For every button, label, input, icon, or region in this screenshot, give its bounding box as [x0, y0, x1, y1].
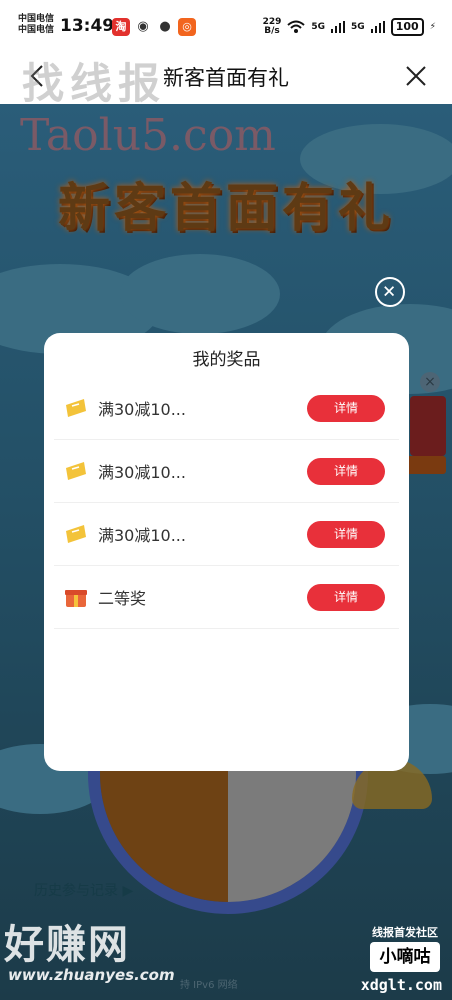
carrier-labels: 中国电信 中国电信 — [18, 14, 54, 36]
watermark-site: Taolu5.com — [20, 110, 276, 161]
prize-row: 满30减10... 详情 — [54, 377, 399, 440]
red-packet-icon[interactable] — [406, 396, 446, 486]
gift-icon — [65, 590, 87, 607]
network-speed: 229 B/s — [262, 17, 282, 36]
cloud — [120, 254, 280, 334]
signal-bars-icon — [331, 21, 346, 33]
prize-name: 二等奖 — [98, 589, 147, 608]
coupon-icon — [66, 462, 86, 480]
battery-indicator: 100 — [390, 18, 424, 36]
watermark-bottom-url: www.zhuanyes.com — [8, 966, 175, 984]
wechat-icon: ◉ — [134, 18, 152, 36]
watermark-badge-url: xdglt.com — [360, 976, 442, 994]
watermark-top: 找线报 — [22, 59, 167, 108]
close-circle-icon[interactable] — [375, 277, 405, 307]
status-bar: 中国电信 中国电信 13:49 淘 ◉ ● ◎ 229 B/s 5G 5G 10… — [0, 0, 452, 48]
modal-title: 我的奖品 — [192, 350, 261, 370]
signal-bars-icon — [370, 21, 385, 33]
detail-button[interactable]: 详情 — [307, 458, 385, 485]
coupon-icon — [66, 399, 86, 417]
my-prizes-modal: 我的奖品 满30减10... 详情 满30减10... 详情 满30减10... — [44, 333, 409, 771]
system-indicators: 229 B/s 5G 5G 100 ⚡ — [263, 18, 436, 36]
carrier-1: 中国电信 — [18, 14, 55, 24]
signal-2-label: 5G — [351, 22, 365, 32]
prize-row: 满30减10... 详情 — [54, 440, 399, 503]
watermark-badge: 小嘀咕 — [370, 942, 440, 972]
history-link[interactable]: 历史参与记录 ▶ — [34, 880, 133, 900]
app-icon: ◎ — [178, 18, 196, 36]
prize-name: 满30减10... — [98, 463, 186, 482]
watermark-bottom: 好赚网 — [4, 922, 130, 968]
prize-row: 二等奖 详情 — [54, 566, 399, 629]
close-icon[interactable] — [402, 62, 430, 90]
prize-name: 满30减10... — [98, 526, 186, 545]
signal-1-label: 5G — [311, 22, 326, 32]
charging-icon: ⚡ — [429, 22, 436, 32]
coupon-icon — [66, 525, 86, 543]
side-widget-close-icon[interactable]: × — [420, 372, 440, 392]
detail-button[interactable]: 详情 — [307, 395, 385, 422]
prize-row: 满30减10... 详情 — [54, 503, 399, 566]
detail-button[interactable]: 详情 — [307, 584, 385, 611]
carrier-2: 中国电信 — [18, 25, 55, 35]
notification-icons: 淘 ◉ ● ◎ — [112, 18, 196, 36]
wifi-icon — [287, 20, 306, 33]
prize-list: 满30减10... 详情 满30减10... 详情 满30减10... 详情 二… — [54, 377, 399, 629]
detail-button[interactable]: 详情 — [307, 521, 385, 548]
clock: 13:49 — [60, 16, 115, 36]
taobao-icon: 淘 — [112, 18, 130, 36]
watermark-badge-tag: 线报首发社区 — [372, 926, 438, 939]
hero-title: 新客首面有礼 — [57, 179, 394, 239]
ipv6-note: 持 IPv6 网络 — [180, 980, 238, 991]
prize-name: 满30减10... — [98, 400, 186, 419]
message-icon: ● — [156, 18, 174, 36]
